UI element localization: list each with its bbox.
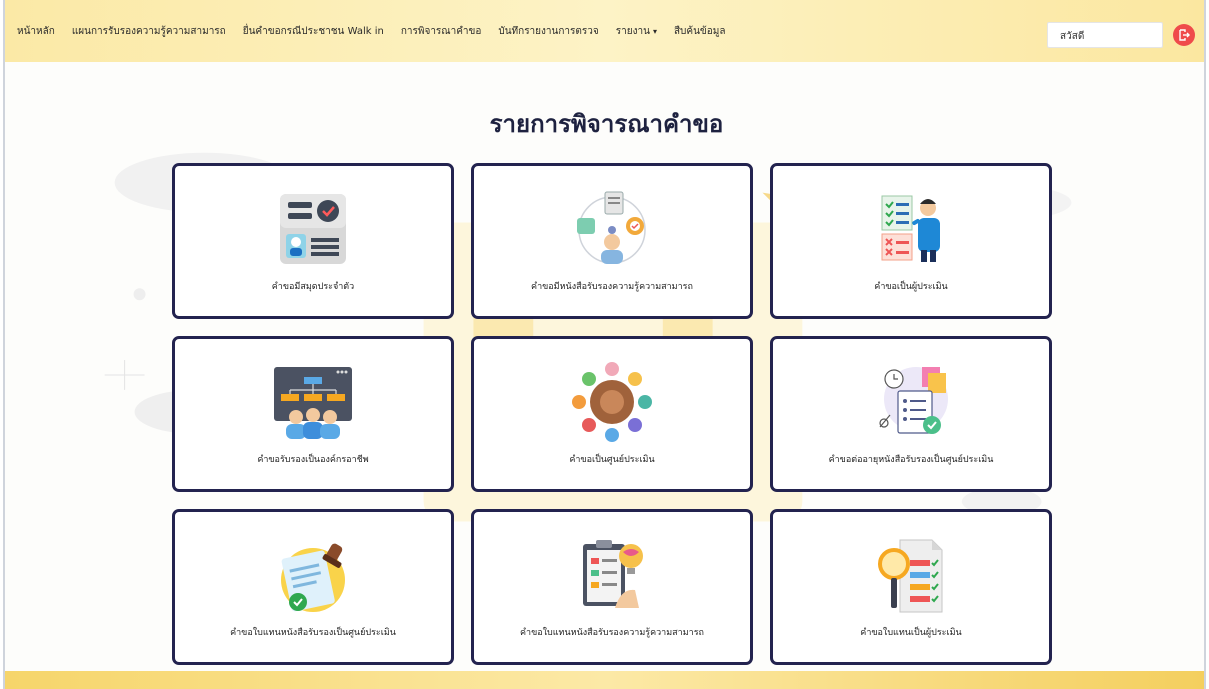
page-title: รายการพิจารณาคำขอ xyxy=(489,110,724,138)
card-label: คำขอมีสมุดประจำตัว xyxy=(271,282,355,292)
nav-walk-in-request[interactable]: ยื่นคำขอกรณีประชาชน Walk in xyxy=(243,24,384,39)
card-competency-certificate-request[interactable]: คำขอมีหนังสือรับรองความรู้ความสามารถ xyxy=(471,163,753,319)
card-professional-org-request[interactable]: คำขอรับรองเป็นองค์กรอาชีพ xyxy=(172,336,454,492)
card-assessor-request[interactable]: คำขอเป็นผู้ประเมิน xyxy=(770,163,1052,319)
card-center-certificate-replacement[interactable]: คำขอใบแทนหนังสือรับรองเป็นศูนย์ประเมิน xyxy=(172,509,454,665)
card-label: คำขอมีหนังสือรับรองความรู้ความสามารถ xyxy=(531,282,693,292)
card-label: คำขอเป็นผู้ประเมิน xyxy=(874,282,948,292)
card-competency-certificate-replacement[interactable]: คำขอใบแทนหนังสือรับรองความรู้ความสามารถ xyxy=(471,509,753,665)
top-navbar: หน้าหลัก แผนการรับรองความรู้ความสามารถ ย… xyxy=(5,0,1204,62)
nav-inspection-report[interactable]: บันทึกรายงานการตรวจ xyxy=(498,24,598,39)
card-assessment-center-request[interactable]: คำขอเป็นศูนย์ประเมิน xyxy=(471,336,753,492)
chevron-down-icon: ▾ xyxy=(652,26,657,36)
assessor-checklist-icon xyxy=(866,184,956,274)
renewal-document-icon xyxy=(866,357,956,447)
clipboard-idea-icon xyxy=(567,530,657,620)
nav-reports-dropdown[interactable]: รายงาน ▾ xyxy=(616,24,657,39)
card-label: คำขอใบแทนหนังสือรับรองความรู้ความสามารถ xyxy=(520,628,704,638)
app-frame: หน้าหลัก แผนการรับรองความรู้ความสามารถ ย… xyxy=(3,0,1206,689)
footer-bar xyxy=(5,671,1204,689)
card-center-certificate-renewal[interactable]: คำขอต่ออายุหนังสือรับรองเป็นศูนย์ประเมิน xyxy=(770,336,1052,492)
card-assessor-replacement[interactable]: คำขอใบแทนเป็นผู้ประเมิน xyxy=(770,509,1052,665)
user-greeting[interactable]: สวัสดี xyxy=(1047,22,1163,48)
card-label: คำขอรับรองเป็นองค์กรอาชีพ xyxy=(257,455,369,465)
organization-chart-icon xyxy=(268,357,358,447)
logout-icon xyxy=(1179,29,1190,41)
nav-reports-label: รายงาน xyxy=(615,25,650,37)
card-label: คำขอใบแทนหนังสือรับรองเป็นศูนย์ประเมิน xyxy=(230,628,396,638)
nav-certification-plan[interactable]: แผนการรับรองความรู้ความสามารถ xyxy=(72,24,226,39)
stamped-document-icon xyxy=(268,530,358,620)
card-label: คำขอเป็นศูนย์ประเมิน xyxy=(569,455,655,465)
card-label: คำขอใบแทนเป็นผู้ประเมิน xyxy=(860,628,962,638)
logout-button[interactable] xyxy=(1173,24,1195,46)
search-checklist-icon xyxy=(866,530,956,620)
id-card-icon xyxy=(268,184,358,274)
nav-home[interactable]: หน้าหลัก xyxy=(17,24,55,39)
teamwork-circle-icon xyxy=(567,357,657,447)
nav-search-data[interactable]: สืบค้นข้อมูล xyxy=(674,24,726,39)
card-label: คำขอต่ออายุหนังสือรับรองเป็นศูนย์ประเมิน xyxy=(828,455,994,465)
certificate-network-icon xyxy=(567,184,657,274)
card-id-book-request[interactable]: คำขอมีสมุดประจำตัว xyxy=(172,163,454,319)
nav-request-consideration[interactable]: การพิจารณาคำขอ xyxy=(401,24,482,39)
